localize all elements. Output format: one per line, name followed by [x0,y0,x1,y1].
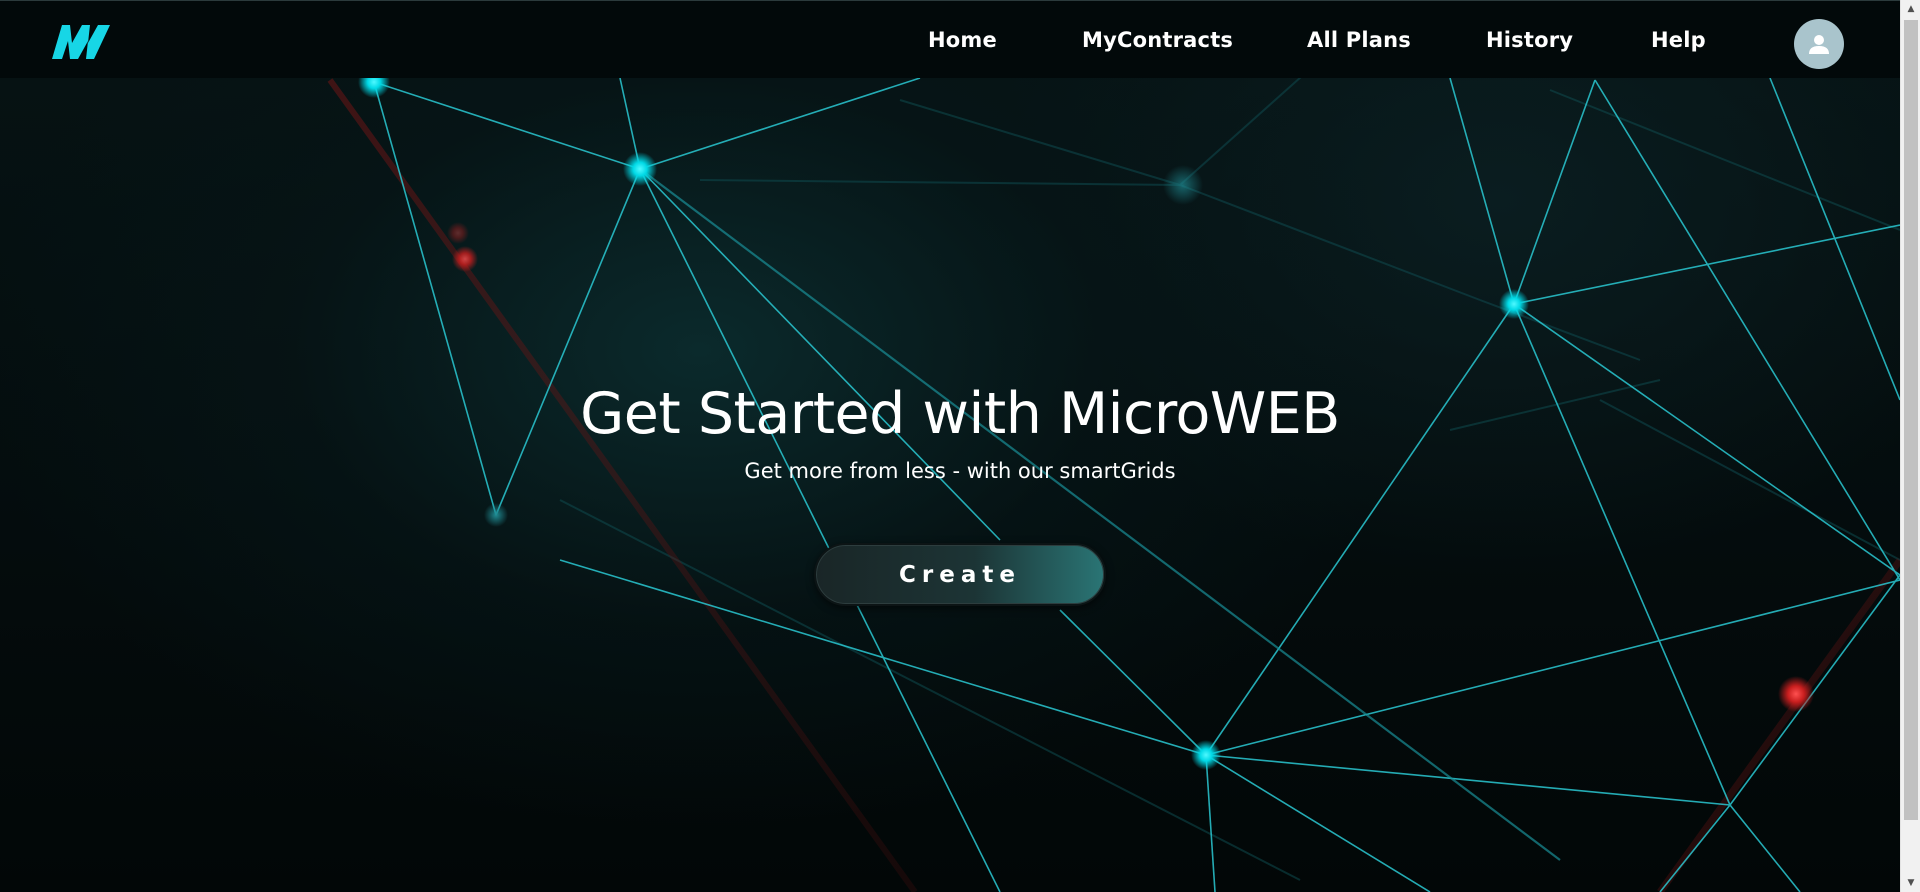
hero-subtitle: Get more from less - with our smartGrids [744,459,1176,483]
user-avatar-button[interactable] [1794,19,1844,69]
nav-link-mycontracts[interactable]: MyContracts [1082,28,1233,52]
arrow-down-icon[interactable]: ▼ [1901,874,1920,892]
nav-link-help[interactable]: Help [1651,28,1706,52]
logo-mark-icon [52,25,110,59]
top-nav-bar: Home MyContracts All Plans History Help [0,0,1900,78]
scrollbar-thumb[interactable] [1904,20,1918,820]
create-button[interactable]: Create [814,543,1106,606]
page: Home MyContracts All Plans History Help … [0,0,1920,892]
nav-link-all-plans[interactable]: All Plans [1307,28,1411,52]
vertical-scrollbar[interactable]: ▲ ▼ [1900,0,1920,892]
nav-link-home[interactable]: Home [928,28,997,52]
microweb-logo[interactable] [50,21,112,61]
nav-link-history[interactable]: History [1486,28,1573,52]
arrow-up-icon[interactable]: ▲ [1901,0,1920,18]
user-icon [1809,35,1829,54]
hero-title: Get Started with MicroWEB [580,381,1340,447]
